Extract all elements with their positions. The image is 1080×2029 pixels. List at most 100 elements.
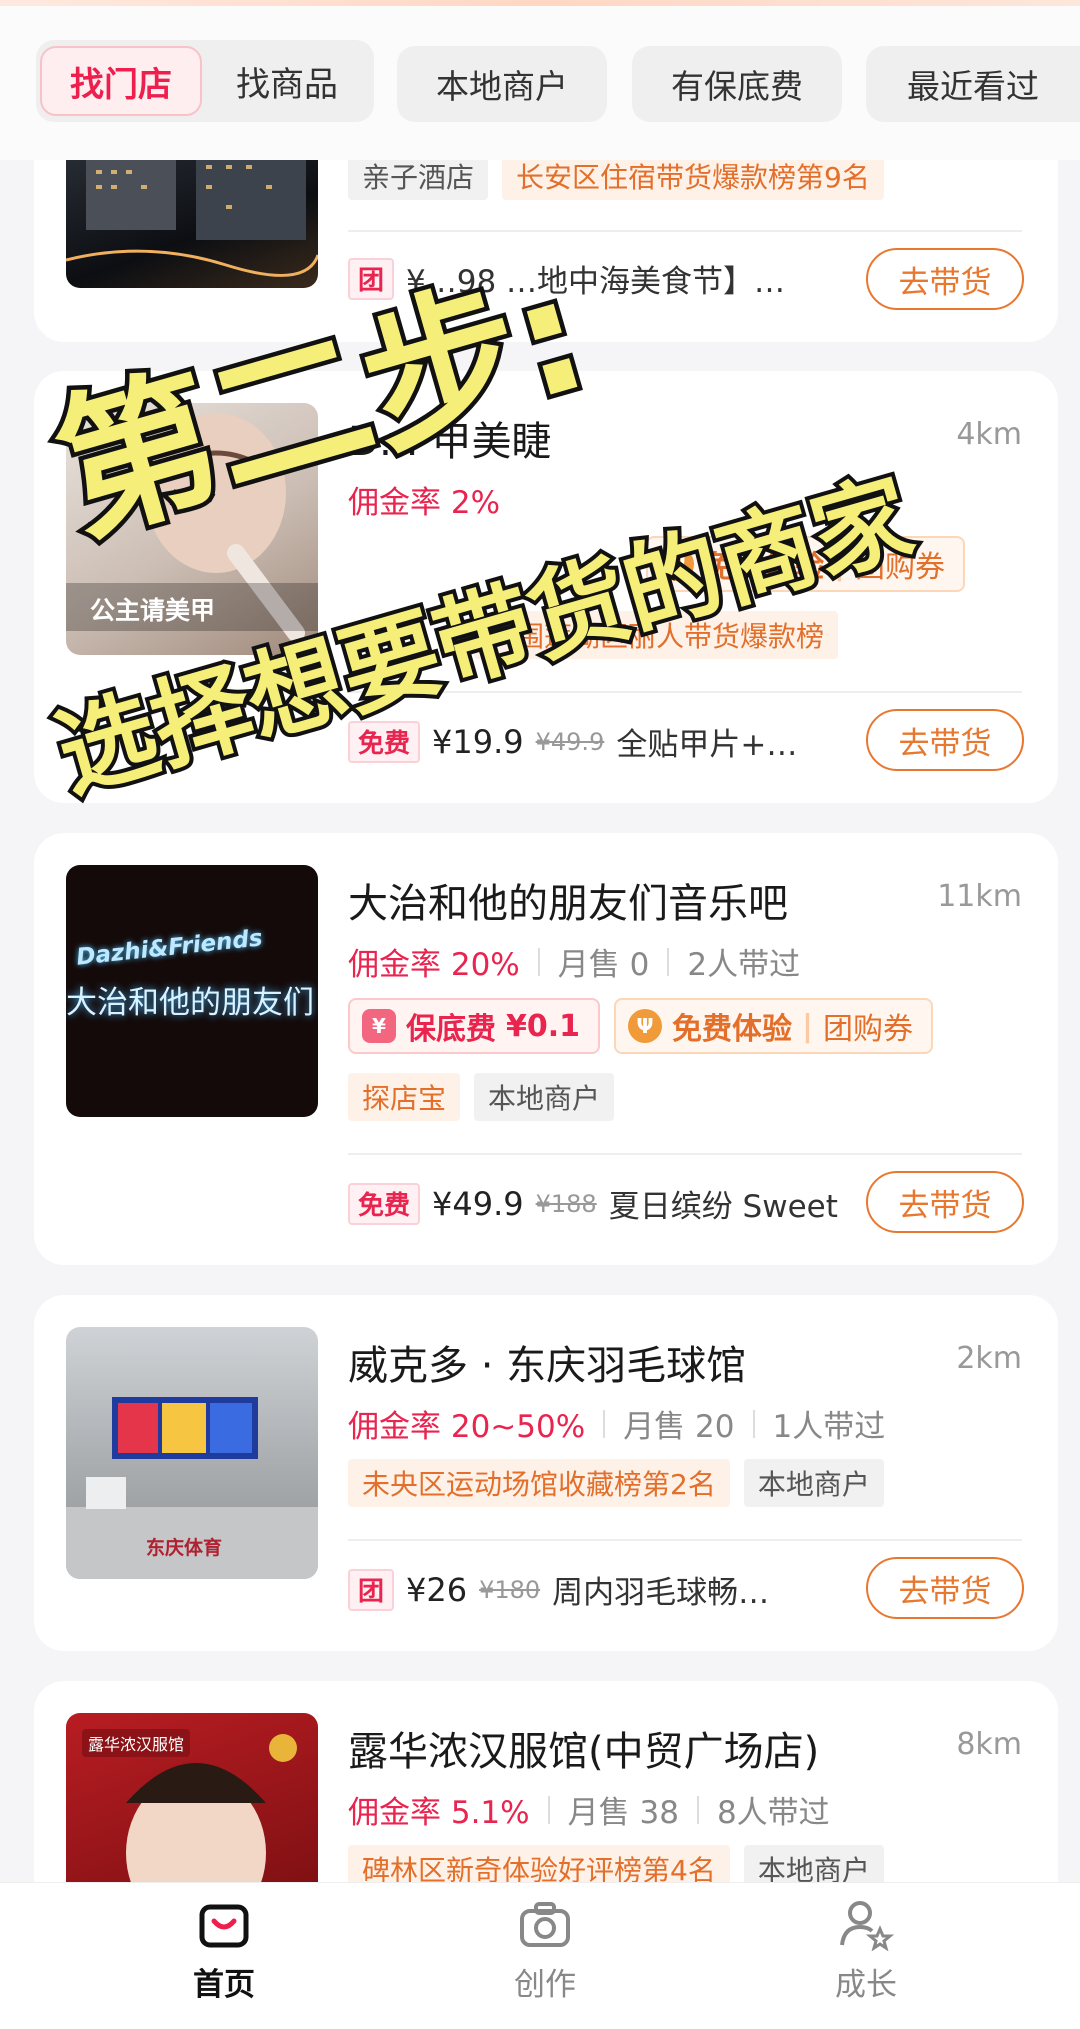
deal-row: 团 ¥26 ¥180 周内羽毛球畅… <box>348 1567 769 1612</box>
promoter-count: 8人带过 <box>716 1795 830 1831</box>
promote-button[interactable]: 去带货 <box>866 248 1024 310</box>
original-price: ¥180 <box>479 1575 541 1604</box>
distance: 8km <box>956 1727 1022 1762</box>
promote-button[interactable]: 去带货 <box>866 1557 1024 1619</box>
nav-home[interactable]: 首页 <box>144 1899 304 2004</box>
thumbnail-caption: 公主请美甲 <box>90 596 216 625</box>
voucher-label: 团购券 <box>854 550 945 585</box>
guarantee-fee-label: 保底费 <box>406 1012 496 1047</box>
stats-row: 佣金率 2% <box>348 477 500 522</box>
card-divider <box>348 1539 1022 1541</box>
ranking-tag: 未央区运动场馆收藏榜第2名 <box>348 1459 730 1507</box>
filter-bar: 找门店 找商品 本地商户 有保底费 最近看过 <box>0 6 1080 160</box>
card-divider <box>348 230 1022 232</box>
store-name: D… 甲美睫 <box>348 419 552 465</box>
nav-create-label: 创作 <box>514 1967 576 2003</box>
distance: 4km <box>956 417 1022 452</box>
deal-price: ¥49.9 <box>432 1184 524 1223</box>
shopping-bag-icon <box>199 1904 249 1948</box>
store-thumbnail <box>66 140 318 288</box>
ranking-tag: 入围莲湖区丽人带货爆款榜 <box>474 611 839 659</box>
chip-recently-viewed[interactable]: 最近看过 <box>866 46 1080 122</box>
stat-separator <box>667 947 670 976</box>
stat-separator <box>603 1409 606 1438</box>
card-divider <box>348 691 1022 693</box>
stat-separator <box>547 1795 550 1824</box>
tag-row: 入围莲湖区丽人带货爆款榜 <box>474 611 839 659</box>
trial-icon: Ψ <box>628 1009 663 1043</box>
commission-rate: 佣金率 20% <box>348 947 520 983</box>
deal-title: 夏日缤纷 Sweet <box>608 1189 838 1225</box>
tag-row: 未央区运动场馆收藏榜第2名 本地商户 <box>348 1459 884 1507</box>
thumbnail-caption: 露华浓汉服馆 <box>82 1729 191 1757</box>
guarantee-fee-pill: ¥ 保底费 ¥0.1 <box>348 998 601 1054</box>
feature-tag: 探店宝 <box>348 1073 461 1121</box>
local-merchant-tag: 本地商户 <box>474 1073 615 1121</box>
commission-rate: 佣金率 2% <box>348 485 501 521</box>
trial-icon: Ψ <box>660 547 694 581</box>
commission-rate: 佣金率 5.1% <box>348 1795 530 1831</box>
promoter-count: 2人带过 <box>687 947 801 983</box>
group-deal-badge: 团 <box>348 257 395 300</box>
free-trial-label: 免费体验 <box>672 1012 793 1047</box>
bottom-navigation: 首页 创作 成长 <box>0 1882 1080 2029</box>
store-card[interactable]: 东庆体育 威克多 · 东庆羽毛球馆 2km 佣金率 20~50% 月售 20 1… <box>34 1295 1058 1651</box>
promote-button[interactable]: 去带货 <box>866 1171 1024 1233</box>
promote-button[interactable]: 去带货 <box>866 709 1024 771</box>
tab-find-product[interactable]: 找商品 <box>206 46 368 116</box>
benefit-row: Ψ 免费体验 | 团购券 <box>646 536 965 592</box>
voucher-label: 团购券 <box>823 1012 913 1047</box>
distance: 11km <box>937 879 1022 914</box>
yuan-shield-icon: ¥ <box>362 1009 396 1043</box>
stats-row: 佣金率 20~50% 月售 20 1人带过 <box>348 1401 885 1446</box>
stat-separator <box>537 947 540 976</box>
deal-title: 周内羽毛球畅… <box>552 1575 770 1611</box>
camera-icon <box>520 1902 570 1947</box>
monthly-sales: 月售 0 <box>557 947 650 983</box>
neon-sign-chinese: 大治和他的朋友们 <box>66 985 314 1021</box>
commission-rate: 佣金率 20~50% <box>348 1409 586 1445</box>
nav-growth[interactable]: 成长 <box>786 1899 946 2004</box>
deal-title: 全贴甲片+… <box>616 727 798 763</box>
original-price: ¥188 <box>535 1189 597 1218</box>
tab-find-store[interactable]: 找门店 <box>40 46 202 116</box>
chip-guarantee-fee[interactable]: 有保底费 <box>632 46 842 122</box>
deal-row: 团 ¥…98 …地中海美食节】… <box>348 256 785 301</box>
nav-home-label: 首页 <box>193 1967 255 2003</box>
store-card[interactable]: 公主请美甲 D… 甲美睫 4km 佣金率 2% Ψ 免费体验 | 团购券 入围莲… <box>34 371 1058 803</box>
stats-row: 佣金率 20% 月售 0 2人带过 <box>348 939 800 984</box>
chip-local-merchant[interactable]: 本地商户 <box>397 46 607 122</box>
store-product-toggle: 找门店 找商品 <box>36 40 374 122</box>
stat-separator <box>696 1795 699 1824</box>
distance: 2km <box>956 1341 1022 1376</box>
store-name: 大治和他的朋友们音乐吧 <box>348 881 788 927</box>
free-badge: 免费 <box>348 720 421 763</box>
free-trial-pill: Ψ 免费体验 | 团购券 <box>614 998 933 1054</box>
neon-sign-english: Dazhi&Friends <box>75 925 264 971</box>
nav-growth-label: 成长 <box>835 1967 897 2003</box>
deal-price: ¥19.9 <box>432 722 524 761</box>
benefit-row: ¥ 保底费 ¥0.1 Ψ 免费体验 | 团购券 <box>348 998 933 1054</box>
deal-row: 免费 ¥49.9 ¥188 夏日缤纷 Sweet <box>348 1181 838 1226</box>
store-card[interactable]: Dazhi&Friends 大治和他的朋友们 大治和他的朋友们音乐吧 11km … <box>34 833 1058 1265</box>
free-badge: 免费 <box>348 1182 421 1225</box>
tag-row: 探店宝 本地商户 <box>348 1073 615 1121</box>
group-deal-badge: 团 <box>348 1568 395 1611</box>
guarantee-fee-amount: ¥0.1 <box>506 1008 581 1044</box>
store-thumbnail: 公主请美甲 <box>66 403 318 655</box>
deal-price: ¥26 <box>406 1570 468 1609</box>
deal-title: ¥…98 …地中海美食节】… <box>406 264 786 300</box>
monthly-sales: 月售 20 <box>623 1409 735 1445</box>
stat-separator <box>752 1409 755 1438</box>
original-price: ¥49.9 <box>535 727 605 756</box>
thumbnail-caption: 东庆体育 <box>146 1537 223 1559</box>
stats-row: 佣金率 5.1% 月售 38 8人带过 <box>348 1787 830 1832</box>
store-name: 威克多 · 东庆羽毛球馆 <box>348 1343 747 1389</box>
deal-row: 免费 ¥19.9 ¥49.9 全贴甲片+… <box>348 719 797 764</box>
store-thumbnail: 东庆体育 <box>66 1327 318 1579</box>
free-trial-label: 免费体验 <box>704 550 824 585</box>
card-divider <box>348 1153 1022 1155</box>
user-star-icon <box>840 1901 895 1952</box>
nav-create[interactable]: 创作 <box>465 1899 625 2004</box>
store-name: 露华浓汉服馆(中贸广场店) <box>348 1729 820 1775</box>
